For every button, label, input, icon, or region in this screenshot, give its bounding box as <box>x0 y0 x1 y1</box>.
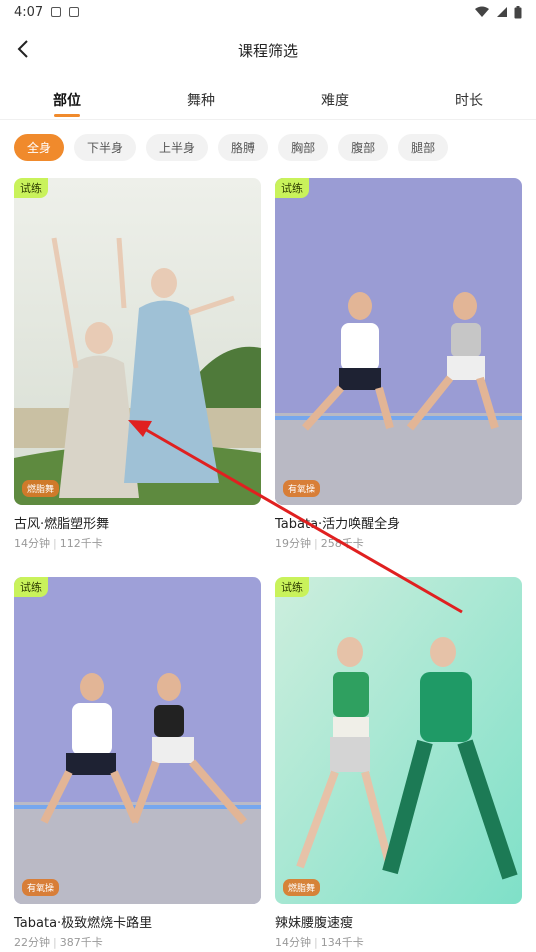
gallery-notification-icon <box>51 7 62 17</box>
category-tabs: 部位 舞种 难度 时长 <box>0 80 536 120</box>
status-bar: 4:07 <box>0 0 536 24</box>
chip-abs[interactable]: 腹部 <box>338 134 389 161</box>
page-title: 课程筛选 <box>237 41 298 60</box>
chip-chest[interactable]: 胸部 <box>278 134 329 161</box>
filter-chips: 全身 下半身 上半身 胳膊 胸部 腹部 腿部 <box>14 134 449 161</box>
course-thumbnail: 试练 燃脂舞 <box>275 577 522 904</box>
trial-badge: 试练 <box>14 577 48 597</box>
meta-separator: | <box>53 537 57 550</box>
chip-arms[interactable]: 胳膊 <box>218 134 269 161</box>
course-calories: 258千卡 <box>320 537 364 550</box>
course-card[interactable]: 试练 燃脂舞 辣妹腰腹速瘦 14分钟 | 134千卡 <box>275 577 522 950</box>
course-type-badge: 有氧操 <box>283 480 321 497</box>
course-card[interactable]: 试练 燃脂舞 古风·燃脂塑形舞 14分钟 | 112千卡 <box>14 178 261 551</box>
meta-separator: | <box>53 936 57 949</box>
course-meta: 14分钟 | 134千卡 <box>275 934 522 950</box>
course-meta: 14分钟 | 112千卡 <box>14 535 261 551</box>
meta-separator: | <box>314 936 318 949</box>
course-thumbnail: 试练 有氧操 <box>14 577 261 904</box>
course-type-badge: 燃脂舞 <box>22 480 60 497</box>
trial-badge: 试练 <box>14 178 48 198</box>
back-button[interactable] <box>8 34 38 64</box>
course-title: 辣妹腰腹速瘦 <box>275 916 354 931</box>
chip-legs[interactable]: 腿部 <box>398 134 449 161</box>
app-notification-icon <box>69 7 80 17</box>
course-calories: 112千卡 <box>59 537 103 550</box>
chip-upper-body[interactable]: 上半身 <box>146 134 209 161</box>
course-meta: 22分钟 | 387千卡 <box>14 934 261 950</box>
divider <box>0 119 536 120</box>
course-duration: 14分钟 <box>275 936 311 949</box>
course-card[interactable]: 试练 有氧操 Tabata·活力唤醒全身 19分钟 | 258千卡 <box>275 178 522 551</box>
course-title: 古风·燃脂塑形舞 <box>14 517 110 532</box>
course-meta: 19分钟 | 258千卡 <box>275 535 522 551</box>
trial-badge: 试练 <box>275 178 309 198</box>
course-duration: 22分钟 <box>14 936 50 949</box>
status-time: 4:07 <box>14 4 44 20</box>
chevron-left-icon <box>17 40 28 58</box>
chip-lower-body[interactable]: 下半身 <box>74 134 137 161</box>
chip-full-body[interactable]: 全身 <box>14 134 65 161</box>
battery-icon <box>514 5 522 18</box>
course-duration: 14分钟 <box>14 537 50 550</box>
course-type-badge: 燃脂舞 <box>283 879 321 896</box>
tab-difficulty[interactable]: 难度 <box>268 80 402 120</box>
course-duration: 19分钟 <box>275 537 311 550</box>
course-thumbnail: 试练 有氧操 <box>275 178 522 505</box>
tab-dance-type[interactable]: 舞种 <box>134 80 268 120</box>
trial-badge: 试练 <box>275 577 309 597</box>
header: 课程筛选 <box>0 30 536 70</box>
course-card[interactable]: 试练 有氧操 Tabata·极致燃烧卡路里 22分钟 | 387千卡 <box>14 577 261 950</box>
course-title: Tabata·活力唤醒全身 <box>275 517 401 532</box>
course-calories: 387千卡 <box>59 936 103 949</box>
meta-separator: | <box>314 537 318 550</box>
wifi-icon <box>475 6 489 17</box>
course-calories: 134千卡 <box>320 936 364 949</box>
signal-icon <box>497 7 507 17</box>
course-thumbnail: 试练 燃脂舞 <box>14 178 261 505</box>
tab-duration[interactable]: 时长 <box>402 80 536 120</box>
course-title: Tabata·极致燃烧卡路里 <box>14 916 153 931</box>
course-type-badge: 有氧操 <box>22 879 60 896</box>
tab-body-part[interactable]: 部位 <box>0 80 134 120</box>
